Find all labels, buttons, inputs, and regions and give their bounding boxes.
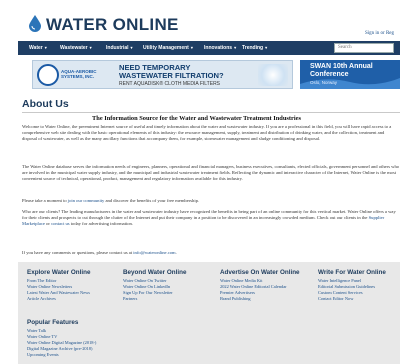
water-drop-logo-icon[interactable] bbox=[28, 14, 42, 32]
company-logo-icon bbox=[37, 64, 59, 86]
site-header: WATER ONLINE Sign in or Reg bbox=[18, 10, 400, 40]
sign-in-link[interactable]: Sign in or Reg bbox=[365, 31, 394, 36]
join-community-link[interactable]: join our community bbox=[68, 198, 105, 203]
contact-text-pre: If you have any comments or questions, p… bbox=[22, 250, 134, 255]
nav-innovations[interactable]: Innovations ▾ bbox=[204, 41, 236, 55]
product-image bbox=[258, 64, 288, 86]
clients-paragraph: Who are our clients? The leading manufac… bbox=[22, 209, 400, 229]
conference-title-1: SWAN 10th Annual bbox=[310, 63, 373, 70]
footer-popular-column: Popular Features Water Talk Water Online… bbox=[27, 319, 96, 358]
footer-link[interactable]: Article Archives bbox=[27, 296, 90, 302]
footer-link[interactable]: Contact Editor Now bbox=[318, 296, 386, 302]
title-divider bbox=[22, 112, 400, 113]
nav-utility-management[interactable]: Utility Management ▾ bbox=[143, 41, 193, 55]
page-title: About Us bbox=[22, 98, 69, 110]
footer-heading: Popular Features bbox=[27, 319, 79, 326]
contact-us-link[interactable]: contact us bbox=[51, 221, 70, 226]
email-link[interactable]: info@wateronline.com bbox=[133, 250, 175, 255]
footer-heading: Advertise On Water Online bbox=[220, 269, 300, 276]
nav-trending[interactable]: Trending ▾ bbox=[242, 41, 267, 55]
search-input[interactable]: Search bbox=[334, 43, 394, 53]
footer-link[interactable]: Partners bbox=[123, 296, 186, 302]
nav-industrial[interactable]: Industrial ▾ bbox=[106, 41, 133, 55]
ad-banner-conference[interactable]: SWAN 10th Annual Conference Oslo, Norway bbox=[300, 60, 400, 89]
footer-explore-column: Explore Water Online From The Editor Wat… bbox=[27, 269, 90, 302]
footer-beyond-column: Beyond Water Online Water Online On Twit… bbox=[123, 269, 186, 302]
ad-banner-filtration[interactable]: AQUA-AEROBIC SYSTEMS, INC. NEED TEMPORAR… bbox=[32, 60, 293, 89]
database-paragraph: The Water Online database serves the inf… bbox=[22, 164, 400, 182]
ad-company-name: AQUA-AEROBIC SYSTEMS, INC. bbox=[61, 69, 97, 79]
intro-paragraph: Welcome to Water Online, the preeminent … bbox=[22, 124, 392, 142]
footer-advertise-column: Advertise On Water Online Water Online M… bbox=[220, 269, 300, 302]
join-text-post: and discover the benefits of your free m… bbox=[104, 198, 200, 203]
footer-heading: Write For Water Online bbox=[318, 269, 386, 276]
page-subtitle: The Information Source for the Water and… bbox=[92, 115, 301, 122]
contact-paragraph: If you have any comments or questions, p… bbox=[22, 250, 400, 257]
conference-title-2: Conference bbox=[310, 71, 349, 78]
join-text-pre: Please take a moment to bbox=[22, 198, 68, 203]
footer-heading: Explore Water Online bbox=[27, 269, 91, 276]
join-paragraph: Please take a moment to join our communi… bbox=[22, 198, 400, 205]
contact-text-post: . bbox=[175, 250, 177, 255]
conference-location: Oslo, Norway bbox=[310, 80, 338, 85]
clients-text-pre: Who are our clients? The leading manufac… bbox=[22, 209, 396, 221]
nav-wastewater[interactable]: Wastewater ▾ bbox=[60, 41, 92, 55]
clients-text-post: today for advertising information. bbox=[69, 221, 133, 227]
ad-subline: RENT AQUADISK® CLOTH MEDIA FILTERS bbox=[119, 81, 221, 87]
site-footer: Explore Water Online From The Editor Wat… bbox=[18, 262, 400, 364]
main-nav: Water ▾ Wastewater ▾ Industrial ▾ Utility M… bbox=[18, 41, 400, 55]
footer-link[interactable]: Brand Publishing bbox=[220, 296, 300, 302]
footer-write-column: Write For Water Online Water Intelligenc… bbox=[318, 269, 386, 302]
nav-water[interactable]: Water ▾ bbox=[29, 41, 47, 55]
footer-heading: Beyond Water Online bbox=[123, 269, 187, 276]
site-logo[interactable]: WATER ONLINE bbox=[46, 15, 179, 35]
footer-link[interactable]: Upcoming Events bbox=[27, 352, 96, 358]
ad-headline-2: WASTEWATER FILTRATION? bbox=[119, 71, 224, 80]
